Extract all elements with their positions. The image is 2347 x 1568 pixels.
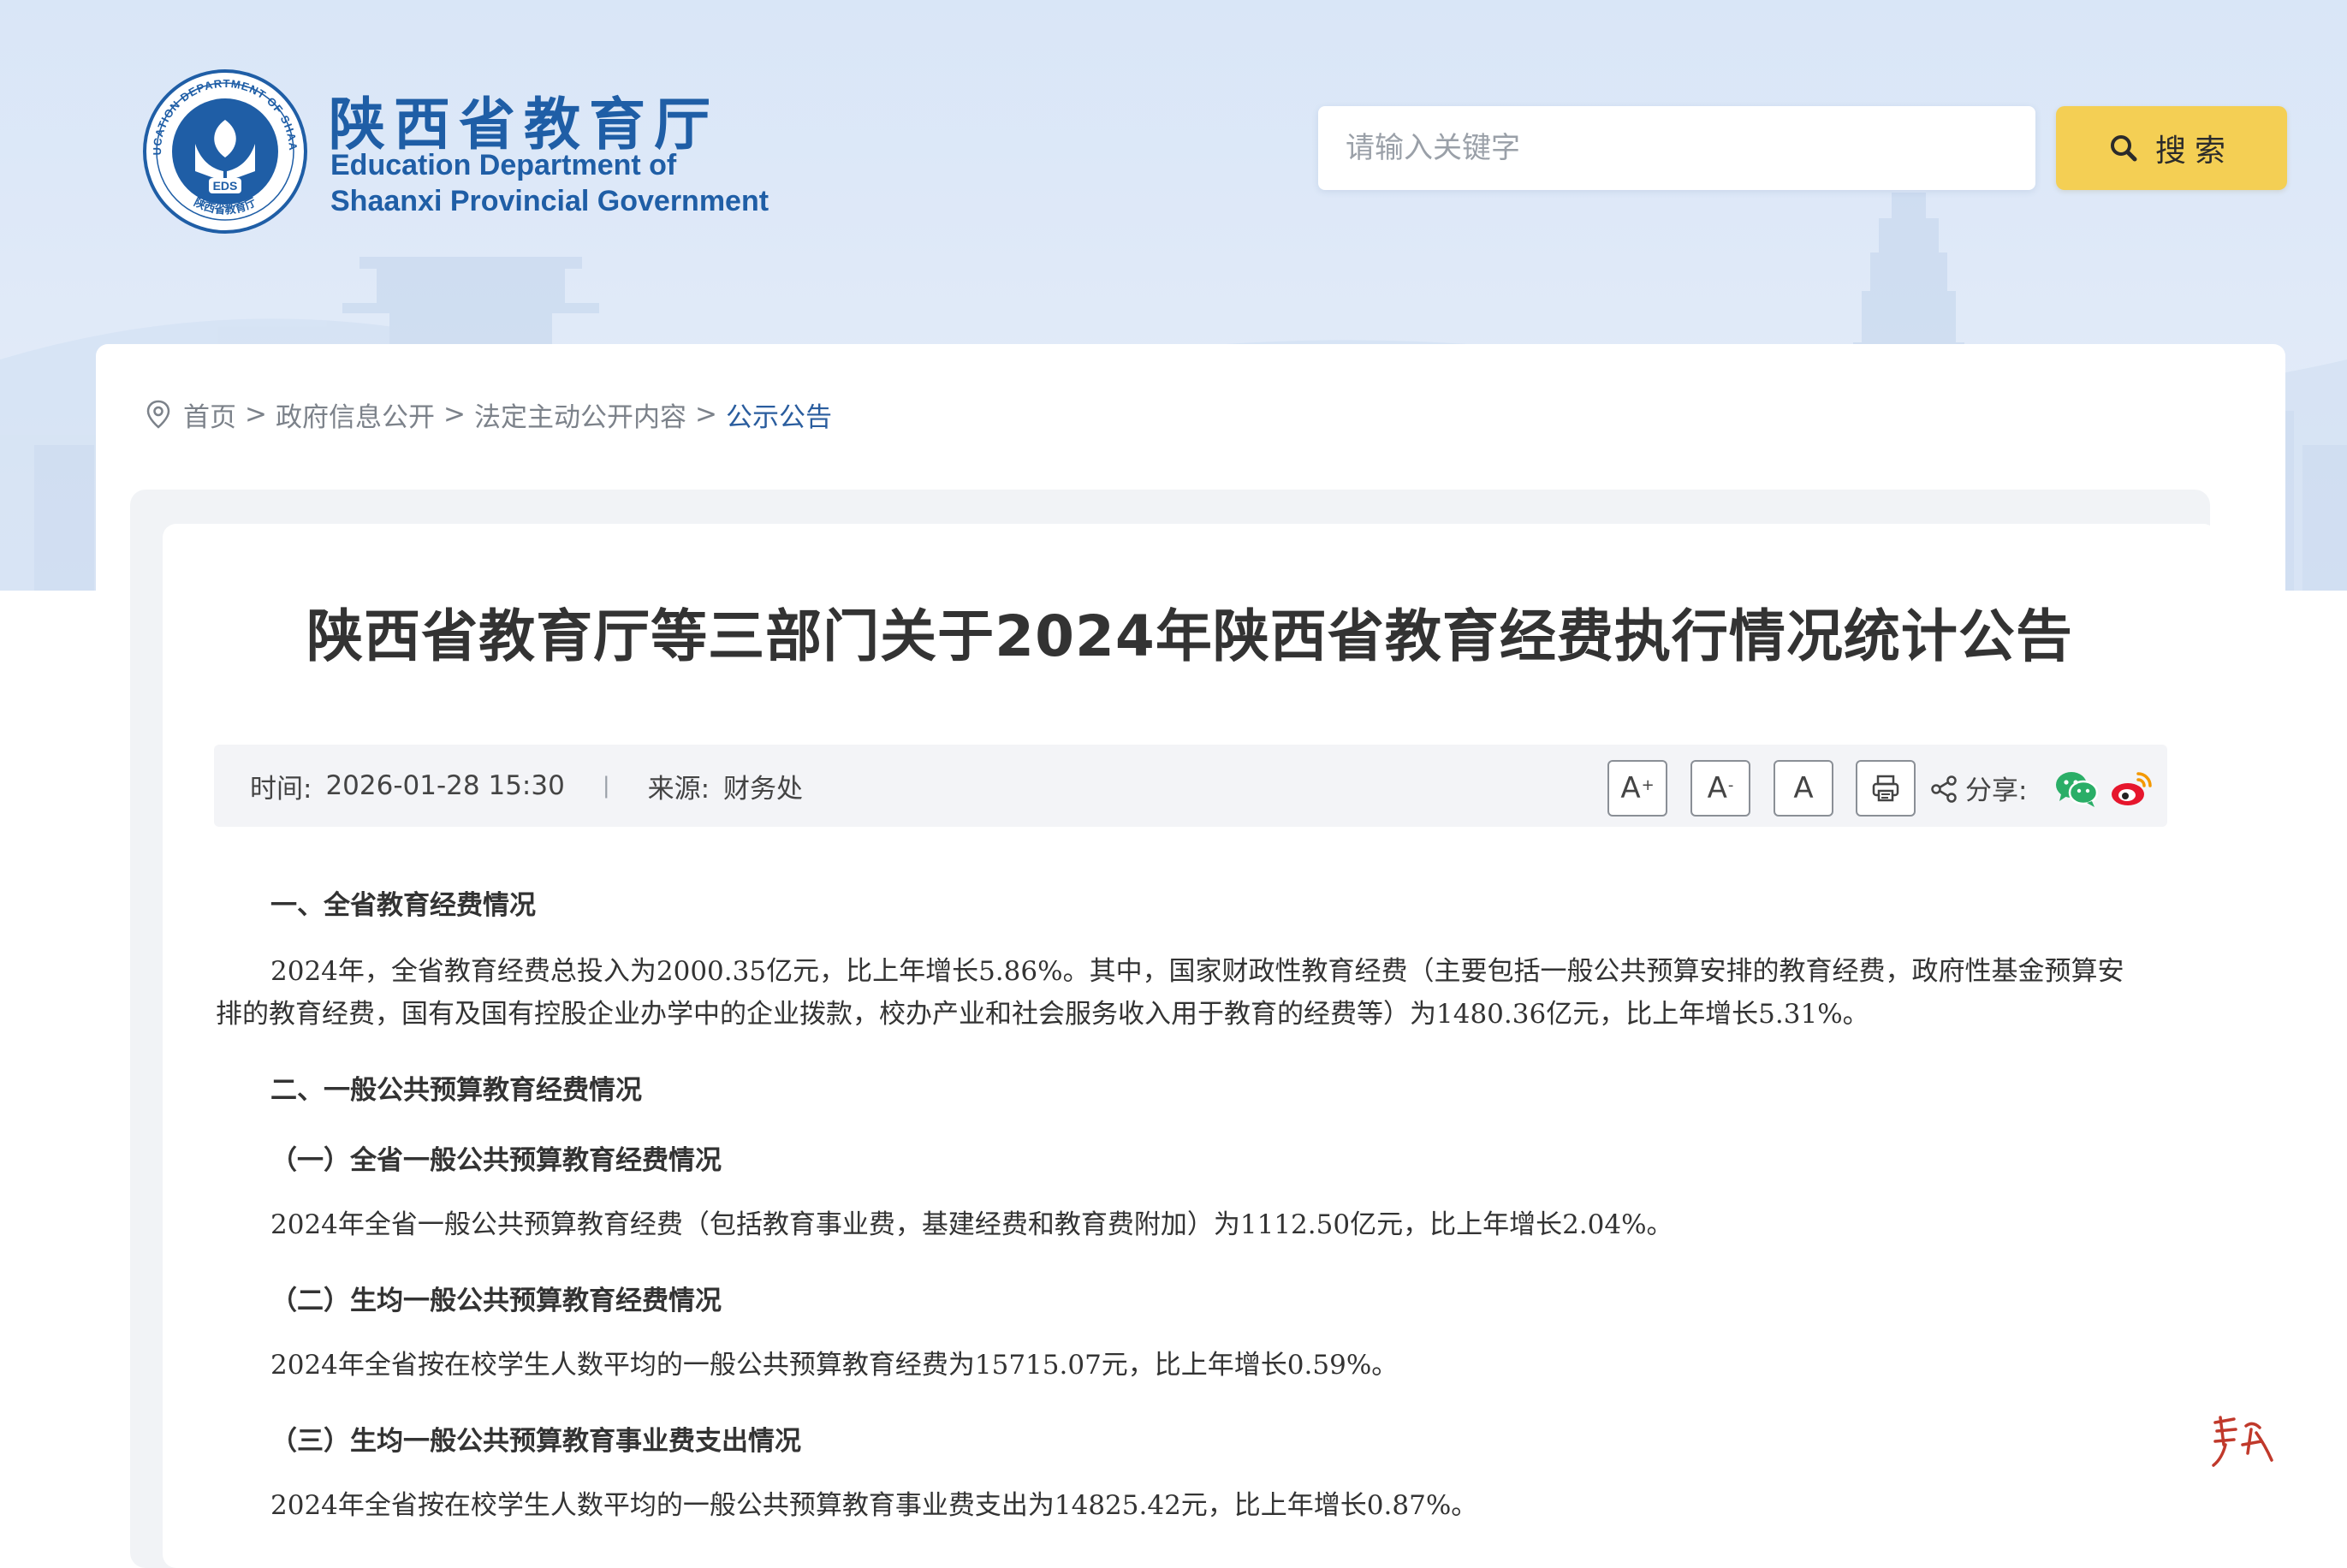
- article-meta-info: 时间: 2026-01-28 15:30 | 来源: 财务处: [250, 745, 803, 827]
- search-icon: [2110, 135, 2137, 162]
- site-name-english[interactable]: Education Department of Shaanxi Provinci…: [330, 147, 769, 219]
- site-name-english-line2: Shaanxi Provincial Government: [330, 185, 769, 217]
- source-value: 财务处: [723, 773, 804, 805]
- breadcrumb-separator: >: [694, 399, 717, 430]
- subsection-heading-2-1: （一）全省一般公共预算教育经费情况: [270, 1145, 722, 1176]
- education-department-logo[interactable]: EDS EDUCATION DEPARTMENT OF SHAANXI 陕西省教…: [142, 68, 308, 235]
- font-increase-label: A: [1620, 771, 1641, 805]
- subsection-heading-2-3: （三）生均一般公共预算教育事业费支出情况: [270, 1426, 801, 1457]
- breadcrumb-home[interactable]: 首页: [183, 395, 236, 434]
- section-heading-1: 一、全省教育经费情况: [270, 890, 536, 921]
- font-reset-button[interactable]: A: [1774, 760, 1833, 817]
- font-decrease-button[interactable]: A-: [1690, 760, 1750, 817]
- font-decrease-sup: -: [1727, 775, 1734, 794]
- article-title: 陕西省教育厅等三部门关于2024年陕西省教育经费执行情况统计公告: [306, 603, 2073, 669]
- weibo-icon[interactable]: [2109, 769, 2154, 808]
- font-increase-button[interactable]: A +: [1607, 760, 1667, 817]
- paragraph-2-2: 2024年全省按在校学生人数平均的一般公共预算教育经费为15715.07元，比上…: [270, 1350, 1399, 1381]
- breadcrumb: 首页 > 政府信息公开 > 法定主动公开内容 > 公示公告: [146, 395, 832, 433]
- breadcrumb-current[interactable]: 公示公告: [726, 395, 832, 434]
- site-name-english-line1: Education Department of: [330, 149, 677, 181]
- search-button[interactable]: 搜索: [2056, 106, 2287, 190]
- paragraph-1-line-1: 2024年，全省教育经费总投入为2000.35亿元，比上年增长5.86%。其中，…: [270, 956, 2124, 987]
- source-label: 来源:: [647, 773, 710, 805]
- publish-time-label: 时间:: [250, 773, 312, 805]
- paragraph-2-3: 2024年全省按在校学生人数平均的一般公共预算教育事业费支出为14825.42元…: [270, 1490, 1478, 1521]
- breadcrumb-gov-info[interactable]: 政府信息公开: [276, 395, 435, 434]
- print-button[interactable]: [1856, 760, 1916, 817]
- font-increase-sup: +: [1641, 775, 1655, 794]
- breadcrumb-separator: >: [443, 399, 466, 430]
- article-card: [163, 524, 2217, 1568]
- publish-time-value: 2026-01-28 15:30: [325, 770, 565, 801]
- meta-divider: |: [602, 773, 610, 799]
- watermark-signature: [2212, 1416, 2273, 1467]
- section-heading-2: 二、一般公共预算教育经费情况: [270, 1075, 642, 1106]
- wechat-icon[interactable]: [2054, 769, 2099, 808]
- print-icon: [1872, 775, 1899, 802]
- font-decrease-label: A: [1707, 771, 1727, 805]
- search-input[interactable]: [1318, 106, 2035, 190]
- share-label: 分享:: [1965, 775, 2028, 806]
- search-button-label: 搜索: [2154, 134, 2234, 169]
- breadcrumb-separator: >: [245, 399, 267, 430]
- location-pin-icon: [146, 400, 170, 429]
- paragraph-2-1: 2024年全省一般公共预算教育经费（包括教育事业费，基建经费和教育费附加）为11…: [270, 1209, 1673, 1240]
- share-icon: [1931, 775, 1957, 803]
- logo-emblem-center: EDS: [213, 179, 238, 193]
- subsection-heading-2-2: （二）生均一般公共预算教育经费情况: [270, 1286, 722, 1316]
- paragraph-1-line-2: 排的教育经费，国有及国有控股企业办学中的企业拨款，校办产业和社会服务收入用于教育…: [216, 999, 1869, 1030]
- font-reset-label: A: [1793, 771, 1814, 805]
- breadcrumb-statutory-content[interactable]: 法定主动公开内容: [474, 395, 686, 434]
